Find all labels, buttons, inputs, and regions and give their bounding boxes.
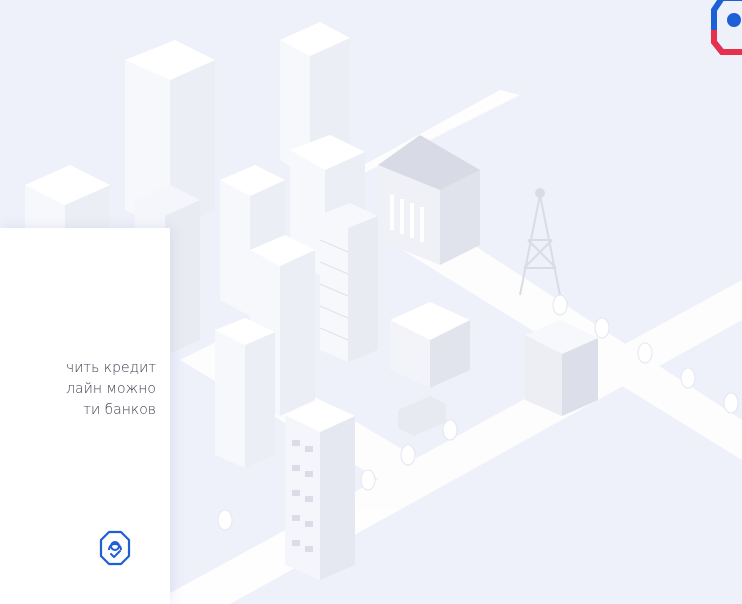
gosuslugi-biometry-logo-icon <box>711 0 742 55</box>
card-text-line-1: чить кредит <box>65 360 156 376</box>
small-building <box>525 320 598 416</box>
card-text: чить кредит лайн можно ти банков <box>0 358 170 421</box>
face-check-icon <box>99 530 131 566</box>
info-card: чить кредит лайн можно ти банков <box>0 228 170 604</box>
card-text-line-3: ти банков <box>83 402 156 418</box>
bus <box>398 396 446 436</box>
house <box>390 302 470 388</box>
bank-building <box>378 135 480 265</box>
card-text-line-2: лайн можно <box>66 381 156 397</box>
radio-tower <box>519 188 561 296</box>
